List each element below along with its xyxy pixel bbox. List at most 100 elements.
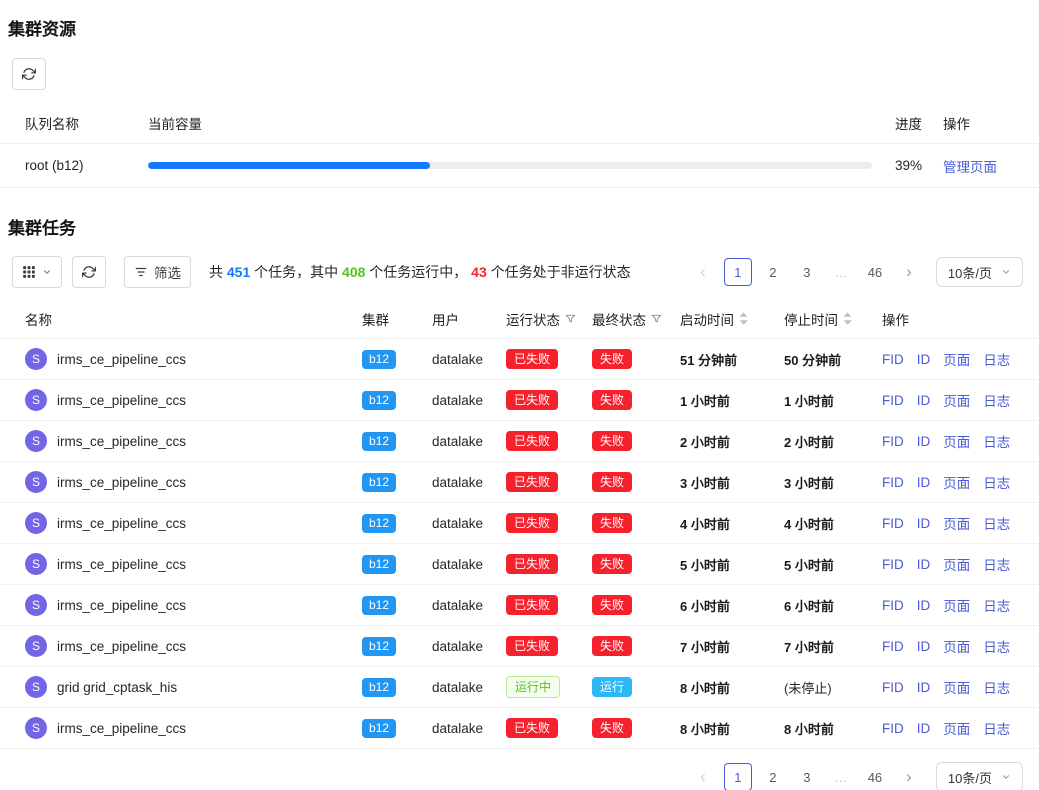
stop-time-sorter-icon[interactable] [843,312,852,325]
row-action-link[interactable]: 页面 [943,472,970,492]
filter-button-label: 筛选 [154,262,181,282]
pagination-prev-button[interactable]: ‹ [690,258,716,286]
row-action-link[interactable]: ID [917,598,931,613]
row-action-link[interactable]: 页面 [943,718,970,738]
cluster-badge: b12 [362,555,396,574]
start-time: 1 小时前 [680,391,784,410]
row-action-link[interactable]: FID [882,516,904,531]
row-action-link[interactable]: ID [917,516,931,531]
row-action-link[interactable]: FID [882,721,904,736]
row-action-link[interactable]: FID [882,680,904,695]
row-action-link[interactable]: ID [917,557,931,572]
avatar: S [25,348,47,370]
row-action-link[interactable]: FID [882,639,904,654]
row-action-link[interactable]: 日志 [983,472,1010,492]
col-final-status: 最终状态 [592,309,680,329]
row-action-link[interactable]: 日志 [983,677,1010,697]
row-action-link[interactable]: 页面 [943,554,970,574]
row-action-link[interactable]: 页面 [943,431,970,451]
resources-refresh-button[interactable] [12,58,46,90]
run-status-badge: 已失败 [506,390,558,410]
cluster-badge: b12 [362,514,396,533]
pagination-next-button[interactable]: › [896,763,922,790]
final-status-badge: 失败 [592,390,632,410]
capacity-progress-fill [148,162,430,169]
avatar: S [25,594,47,616]
pagination-ellipsis[interactable]: … [828,763,854,790]
row-action-link[interactable]: ID [917,680,931,695]
row-action-link[interactable]: FID [882,557,904,572]
filter-button[interactable]: 筛选 [124,256,191,288]
pagination-page-2[interactable]: 2 [760,763,786,790]
row-action-link[interactable]: 日志 [983,636,1010,656]
resources-row: root (b12) 39% 管理页面 [0,144,1039,188]
row-action-link[interactable]: ID [917,352,931,367]
row-actions: FID ID 页面日志 [882,390,1039,410]
final-status-filter-icon[interactable] [651,313,662,324]
row-action-link[interactable]: ID [917,721,931,736]
row-action-link[interactable]: FID [882,475,904,490]
task-name: irms_ce_pipeline_ccs [57,352,186,367]
run-status-badge: 已失败 [506,472,558,492]
user-name: datalake [432,434,506,449]
row-action-link[interactable]: 页面 [943,390,970,410]
table-row: S irms_ce_pipeline_ccs b12 datalake 已失败 … [0,421,1039,462]
run-status-badge: 运行中 [506,676,560,698]
pagination-page-1[interactable]: 1 [724,258,752,286]
page-size-select-bottom[interactable]: 10条/页 [936,762,1023,790]
row-action-link[interactable]: 页面 [943,349,970,369]
pagination-ellipsis[interactable]: … [828,258,854,286]
cluster-badge: b12 [362,350,396,369]
start-time-sorter-icon[interactable] [739,312,748,325]
pagination-page-46[interactable]: 46 [862,763,888,790]
page-size-select-top[interactable]: 10条/页 [936,257,1023,287]
pagination-page-3[interactable]: 3 [794,763,820,790]
pagination-page-2[interactable]: 2 [760,258,786,286]
row-action-link[interactable]: 页面 [943,636,970,656]
filter-lines-icon [134,265,148,279]
row-action-link[interactable]: 日志 [983,554,1010,574]
pagination-page-46[interactable]: 46 [862,258,888,286]
column-settings-button[interactable] [12,256,62,288]
col-name: 名称 [25,309,362,329]
row-action-link[interactable]: ID [917,639,931,654]
row-action-link[interactable]: 日志 [983,718,1010,738]
row-action-link[interactable]: ID [917,475,931,490]
avatar: S [25,471,47,493]
pagination-page-3[interactable]: 3 [794,258,820,286]
manage-page-link[interactable]: 管理页面 [943,160,997,175]
task-name: irms_ce_pipeline_ccs [57,434,186,449]
run-status-filter-icon[interactable] [565,313,576,324]
row-action-link[interactable]: FID [882,598,904,613]
tasks-refresh-button[interactable] [72,256,106,288]
pagination-next-button[interactable]: › [896,258,922,286]
row-action-link[interactable]: 页面 [943,595,970,615]
refresh-icon [82,265,96,279]
row-action-link[interactable]: 日志 [983,349,1010,369]
pagination-prev-button[interactable]: ‹ [690,763,716,790]
task-name: grid grid_cptask_his [57,680,177,695]
row-action-link[interactable]: 日志 [983,431,1010,451]
tasks-table-body: S irms_ce_pipeline_ccs b12 datalake 已失败 … [0,339,1039,749]
grid-icon [22,265,36,279]
row-action-link[interactable]: FID [882,393,904,408]
table-row: S irms_ce_pipeline_ccs b12 datalake 已失败 … [0,462,1039,503]
capacity-progress-track [148,162,872,169]
final-status-badge: 失败 [592,636,632,656]
row-actions: FID ID 页面日志 [882,636,1039,656]
page-size-value: 10条/页 [948,263,992,282]
pagination-page-1[interactable]: 1 [724,763,752,790]
row-action-link[interactable]: 页面 [943,677,970,697]
row-action-link[interactable]: 页面 [943,513,970,533]
run-status-badge: 已失败 [506,718,558,738]
page: 集群资源 队列名称 当前容量 进度 操作 root (b12) 39% 管理页面… [0,0,1039,790]
row-action-link[interactable]: FID [882,434,904,449]
row-action-link[interactable]: 日志 [983,513,1010,533]
user-name: datalake [432,721,506,736]
row-action-link[interactable]: ID [917,434,931,449]
row-action-link[interactable]: 日志 [983,595,1010,615]
row-action-link[interactable]: 日志 [983,390,1010,410]
row-action-link[interactable]: ID [917,393,931,408]
tasks-section-title: 集群任务 [8,214,1039,239]
row-action-link[interactable]: FID [882,352,904,367]
